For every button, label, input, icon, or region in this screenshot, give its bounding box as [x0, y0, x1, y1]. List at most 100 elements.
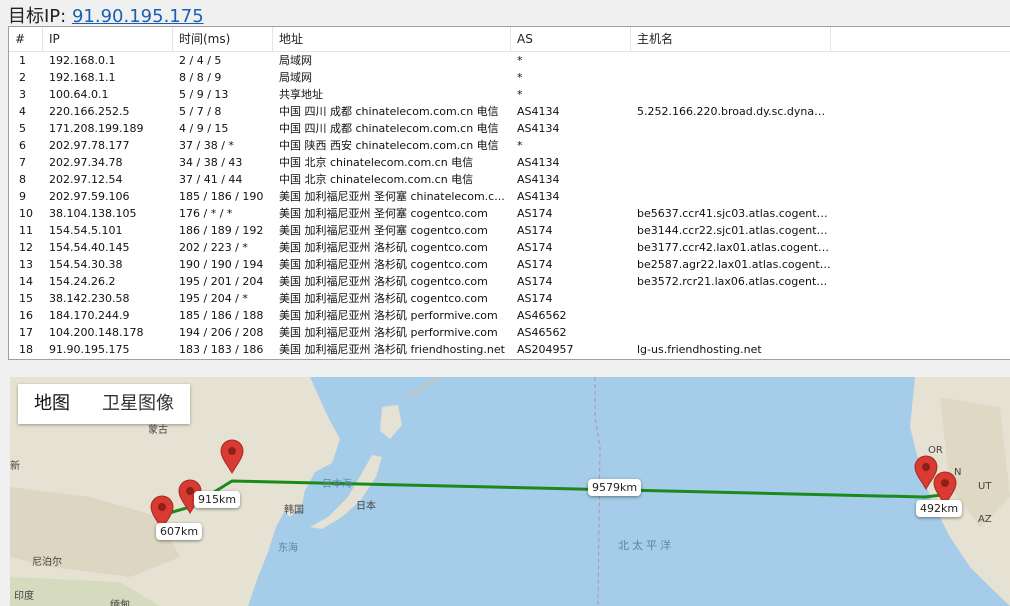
table-row[interactable]: 10 38.104.138.105 176 / * / * 美国 加利福尼亚州 圣何塞… [9, 205, 1010, 222]
hop-hostname-cell: be5637.ccr41.sjc03.atlas.cogentco.... [637, 207, 831, 220]
hop-address-cell: 美国 加利福尼亚州 圣何塞 cogentco.com [279, 207, 488, 220]
column-header-index[interactable]: # [9, 27, 43, 51]
hop-as-cell: AS174 [517, 258, 553, 271]
hop-time-cell: 185 / 186 / 190 [179, 190, 264, 203]
place-label-korea: 韩国 [284, 505, 304, 516]
hop-index-cell: 14 [19, 275, 33, 288]
table-row[interactable]: 14 154.24.26.2 195 / 201 / 204 美国 加利福尼亚州 洛杉… [9, 273, 1010, 290]
table-body: 1 192.168.0.1 2 / 4 / 5 局域网 * 2 192.168.1.1 8 /… [9, 52, 1010, 358]
hop-address-cell: 中国 四川 成都 chinatelecom.com.cn 电信 [279, 122, 499, 135]
hop-time-cell: 8 / 8 / 9 [179, 71, 222, 84]
hop-hostname-cell [631, 86, 831, 103]
hop-ip-cell: 154.54.40.145 [49, 241, 130, 254]
hop-hostname-cell [631, 188, 831, 205]
hop-as-cell: * [517, 54, 523, 67]
tab-satellite[interactable]: 卫星图像 [86, 384, 190, 424]
hop-address-cell: 中国 陕西 西安 chinatelecom.com.cn 电信 [279, 139, 499, 152]
hop-hostname-cell: be3144.ccr22.sjc01.atlas.cogentco.... [637, 224, 831, 237]
hop-address-cell: 美国 加利福尼亚州 圣何塞 cogentco.com [279, 224, 488, 237]
hop-index-cell: 16 [19, 309, 33, 322]
table-row[interactable]: 8 202.97.12.54 37 / 41 / 44 中国 北京 chinatele… [9, 171, 1010, 188]
hop-index-cell: 17 [19, 326, 33, 339]
map-type-tabs: 地图 卫星图像 [18, 384, 190, 424]
table-row[interactable]: 9 202.97.59.106 185 / 186 / 190 美国 加利福尼亚州 圣… [9, 188, 1010, 205]
kuril-islands [405, 377, 441, 398]
place-label-utah: UT [978, 481, 992, 492]
hop-address-cell: 中国 北京 chinatelecom.com.cn 电信 [279, 156, 474, 169]
route-map[interactable]: 地图 卫星图像 蒙古 新 韩国 日本 日本海 东海 北太平洋 尼泊尔 印度 缅甸… [10, 377, 1010, 606]
hop-ip-cell: 154.54.30.38 [49, 258, 123, 271]
place-label-japan: 日本 [356, 501, 376, 512]
hop-ip-cell: 202.97.12.54 [49, 173, 123, 186]
hop-address-cell: 美国 加利福尼亚州 洛杉矶 cogentco.com [279, 275, 488, 288]
hop-time-cell: 183 / 183 / 186 [179, 343, 264, 356]
table-row[interactable]: 1 192.168.0.1 2 / 4 / 5 局域网 * [9, 52, 1010, 69]
column-header-as[interactable]: AS [511, 27, 631, 51]
hop-address-cell: 中国 四川 成都 chinatelecom.com.cn 电信 [279, 105, 499, 118]
hop-as-cell: AS4134 [517, 156, 560, 169]
hop-index-cell: 9 [19, 190, 26, 203]
hop-index-cell: 6 [19, 139, 26, 152]
table-row[interactable]: 17 104.200.148.178 194 / 206 / 208 美国 加利福尼亚… [9, 324, 1010, 341]
table-row[interactable]: 3 100.64.0.1 5 / 9 / 13 共享地址 * [9, 86, 1010, 103]
table-row[interactable]: 2 192.168.1.1 8 / 8 / 9 局域网 * [9, 69, 1010, 86]
hop-as-cell: AS174 [517, 275, 553, 288]
hop-address-cell: 美国 加利福尼亚州 洛杉矶 cogentco.com [279, 241, 488, 254]
distance-label-pacific: 9579km [588, 479, 642, 496]
table-row[interactable]: 15 38.142.230.58 195 / 204 / * 美国 加利福尼亚州 洛杉… [9, 290, 1010, 307]
place-label-oregon: OR [928, 445, 943, 456]
table-row[interactable]: 4 220.166.252.5 5 / 7 / 8 中国 四川 成都 chinatel… [9, 103, 1010, 120]
hop-ip-cell: 202.97.59.106 [49, 190, 130, 203]
hop-hostname-cell [631, 52, 831, 69]
hop-address-cell: 中国 北京 chinatelecom.com.cn 电信 [279, 173, 474, 186]
hop-ip-cell: 154.24.26.2 [49, 275, 116, 288]
table-row[interactable]: 16 184.170.244.9 185 / 186 / 188 美国 加利福尼亚州 … [9, 307, 1010, 324]
hop-ip-cell: 171.208.199.189 [49, 122, 144, 135]
hop-address-cell: 局域网 [279, 54, 312, 67]
hop-time-cell: 186 / 189 / 192 [179, 224, 264, 237]
place-label-mongolia: 蒙古 [148, 425, 168, 436]
hop-ip-cell: 192.168.1.1 [49, 71, 116, 84]
hop-as-cell: AS46562 [517, 309, 567, 322]
hop-time-cell: 195 / 204 / * [179, 292, 248, 305]
target-ip-label: 目标IP: [8, 6, 67, 27]
column-header-hostname[interactable]: 主机名 [631, 27, 831, 51]
table-row[interactable]: 6 202.97.78.177 37 / 38 / * 中国 陕西 西安 chinat… [9, 137, 1010, 154]
hop-index-cell: 5 [19, 122, 26, 135]
table-row[interactable]: 7 202.97.34.78 34 / 38 / 43 中国 北京 chinatele… [9, 154, 1010, 171]
hop-hostname-cell [631, 324, 831, 341]
hop-ip-cell: 100.64.0.1 [49, 88, 109, 101]
hop-time-cell: 37 / 38 / * [179, 139, 234, 152]
hop-hostname-cell [631, 120, 831, 137]
hop-time-cell: 176 / * / * [179, 207, 233, 220]
hop-index-cell: 4 [19, 105, 26, 118]
hop-hostname-cell: be2587.agr22.lax01.atlas.cogentco.... [637, 258, 831, 271]
hop-index-cell: 18 [19, 343, 33, 356]
hop-index-cell: 7 [19, 156, 26, 169]
column-header-address[interactable]: 地址 [273, 27, 511, 51]
distance-label-sanjose-la: 492km [916, 500, 963, 517]
table-row[interactable]: 13 154.54.30.38 190 / 190 / 194 美国 加利福尼亚州 洛… [9, 256, 1010, 273]
hop-index-cell: 3 [19, 88, 26, 101]
hop-as-cell: AS4134 [517, 105, 560, 118]
tab-map[interactable]: 地图 [18, 384, 86, 424]
hop-time-cell: 4 / 9 / 15 [179, 122, 229, 135]
hop-hostname-cell [631, 69, 831, 86]
table-row[interactable]: 12 154.54.40.145 202 / 223 / * 美国 加利福尼亚州 洛杉… [9, 239, 1010, 256]
hop-time-cell: 202 / 223 / * [179, 241, 248, 254]
hop-hostname-cell [631, 171, 831, 188]
table-row[interactable]: 5 171.208.199.189 4 / 9 / 15 中国 四川 成都 china… [9, 120, 1010, 137]
hop-address-cell: 美国 加利福尼亚州 洛杉矶 friendhosting.net [279, 343, 505, 356]
column-header-time[interactable]: 时间(ms) [173, 27, 273, 51]
target-ip-link[interactable]: 91.90.195.175 [72, 6, 204, 27]
hop-ip-cell: 202.97.78.177 [49, 139, 130, 152]
hop-address-cell: 美国 加利福尼亚州 洛杉矶 cogentco.com [279, 292, 488, 305]
table-row[interactable]: 11 154.54.5.101 186 / 189 / 192 美国 加利福尼亚州 圣… [9, 222, 1010, 239]
hop-time-cell: 195 / 201 / 204 [179, 275, 264, 288]
table-row[interactable]: 18 91.90.195.175 183 / 183 / 186 美国 加利福尼亚州 … [9, 341, 1010, 358]
hop-hostname-cell: be3572.rcr21.lax06.atlas.cogentco.... [637, 275, 831, 288]
target-ip-header: 目标IP: 91.90.195.175 [8, 2, 204, 27]
hop-hostname-cell: lg-us.friendhosting.net [637, 343, 762, 356]
column-header-ip[interactable]: IP [43, 27, 173, 51]
hop-ip-cell: 202.97.34.78 [49, 156, 123, 169]
